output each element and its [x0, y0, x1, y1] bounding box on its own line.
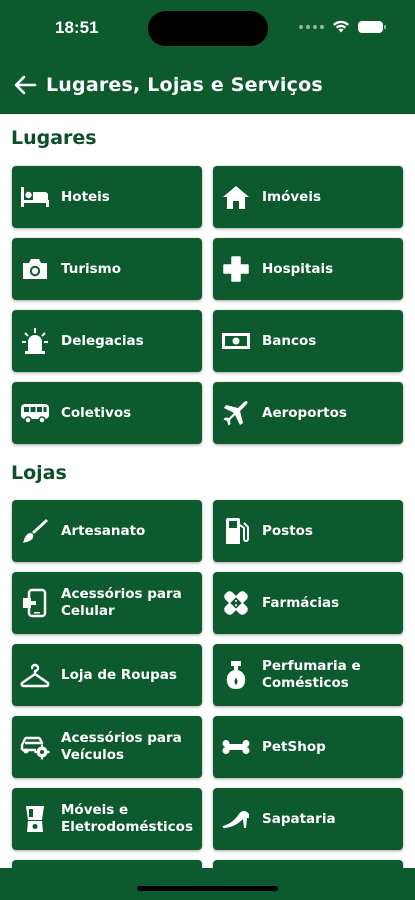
tile-label: Farmácias — [262, 594, 340, 611]
tile-label: Acessórios para Celular — [61, 586, 182, 619]
tile-artesanato[interactable]: Artesanato — [12, 500, 202, 562]
tile-label: Perfumaria e Comésticos — [262, 658, 361, 691]
hanger-icon — [20, 660, 50, 690]
camera-icon — [20, 254, 50, 284]
tile-postos[interactable]: Postos — [213, 500, 403, 562]
tile-hospitais[interactable]: Hospitais — [213, 238, 403, 300]
car-gear-icon — [20, 732, 50, 762]
bone-icon — [221, 732, 251, 762]
bed-icon — [20, 182, 50, 212]
page-title: Lugares, Lojas e Serviços — [46, 74, 323, 96]
status-bar: 18:51 — [0, 0, 415, 56]
dynamic-island — [148, 11, 268, 46]
airplane-icon — [221, 398, 251, 428]
banknote-icon — [221, 326, 251, 356]
tile-loja-roupas[interactable]: Loja de Roupas — [12, 644, 202, 706]
tile-delegacias[interactable]: Delegacias — [12, 310, 202, 372]
bottom-bar — [0, 868, 415, 900]
tile-hoteis[interactable]: Hoteis — [12, 166, 202, 228]
status-icons — [299, 20, 386, 33]
tile-label: PetShop — [262, 738, 326, 755]
battery-icon — [358, 20, 386, 33]
home-indicator[interactable] — [137, 886, 278, 891]
tile-acessorios-celular[interactable]: Acessórios para Celular — [12, 572, 202, 634]
tile-farmacias[interactable]: Farmácias — [213, 572, 403, 634]
tile-label: Turismo — [61, 260, 121, 277]
high-heel-icon — [221, 804, 251, 834]
tile-label: Aeroportos — [262, 404, 347, 421]
back-arrow-icon[interactable] — [12, 72, 38, 98]
tile-label: Hospitais — [262, 260, 334, 277]
tile-acessorios-veiculos[interactable]: Acessórios para Veículos — [12, 716, 202, 778]
tile-petshop[interactable]: PetShop — [213, 716, 403, 778]
tile-label: Bancos — [262, 332, 317, 349]
house-icon — [221, 182, 251, 212]
tile-label: Coletivos — [61, 404, 132, 421]
tile-imoveis[interactable]: Imóveis — [213, 166, 403, 228]
tile-label: Loja de Roupas — [61, 666, 177, 683]
section-title-lugares: Lugares — [11, 127, 97, 149]
tile-label: Postos — [262, 522, 313, 539]
tile-label: Móveis e Eletrodomésticos — [61, 802, 193, 835]
tile-bancos[interactable]: Bancos — [213, 310, 403, 372]
paintbrush-icon — [20, 516, 50, 546]
blender-icon — [20, 804, 50, 834]
cellular-signal-icon — [299, 24, 324, 29]
phone-accessory-icon — [20, 588, 50, 618]
tile-label: Sapataria — [262, 810, 336, 827]
tile-turismo[interactable]: Turismo — [12, 238, 202, 300]
tile-moveis-eletrodomesticos[interactable]: Móveis e Eletrodomésticos — [12, 788, 202, 850]
tile-label: Hoteis — [61, 188, 110, 205]
main-content: Lugares Hoteis Imóveis Turismo Hospitais… — [0, 114, 415, 870]
section-title-lojas: Lojas — [11, 462, 67, 484]
gas-pump-icon — [221, 516, 251, 546]
tile-sapataria[interactable]: Sapataria — [213, 788, 403, 850]
tile-aeroportos[interactable]: Aeroportos — [213, 382, 403, 444]
status-time: 18:51 — [55, 18, 99, 37]
tile-label: Imóveis — [262, 188, 321, 205]
perfume-icon — [221, 660, 251, 690]
bus-icon — [20, 398, 50, 428]
wifi-icon — [333, 20, 349, 33]
tile-label: Acessórios para Veículos — [61, 730, 182, 763]
tile-coletivos[interactable]: Coletivos — [12, 382, 202, 444]
tile-perfumaria[interactable]: Perfumaria e Comésticos — [213, 644, 403, 706]
bandage-icon — [221, 588, 251, 618]
siren-icon — [20, 326, 50, 356]
tile-label: Delegacias — [61, 332, 144, 349]
medical-cross-icon — [221, 254, 251, 284]
tile-label: Artesanato — [61, 522, 146, 539]
app-bar: Lugares, Lojas e Serviços — [0, 56, 415, 114]
